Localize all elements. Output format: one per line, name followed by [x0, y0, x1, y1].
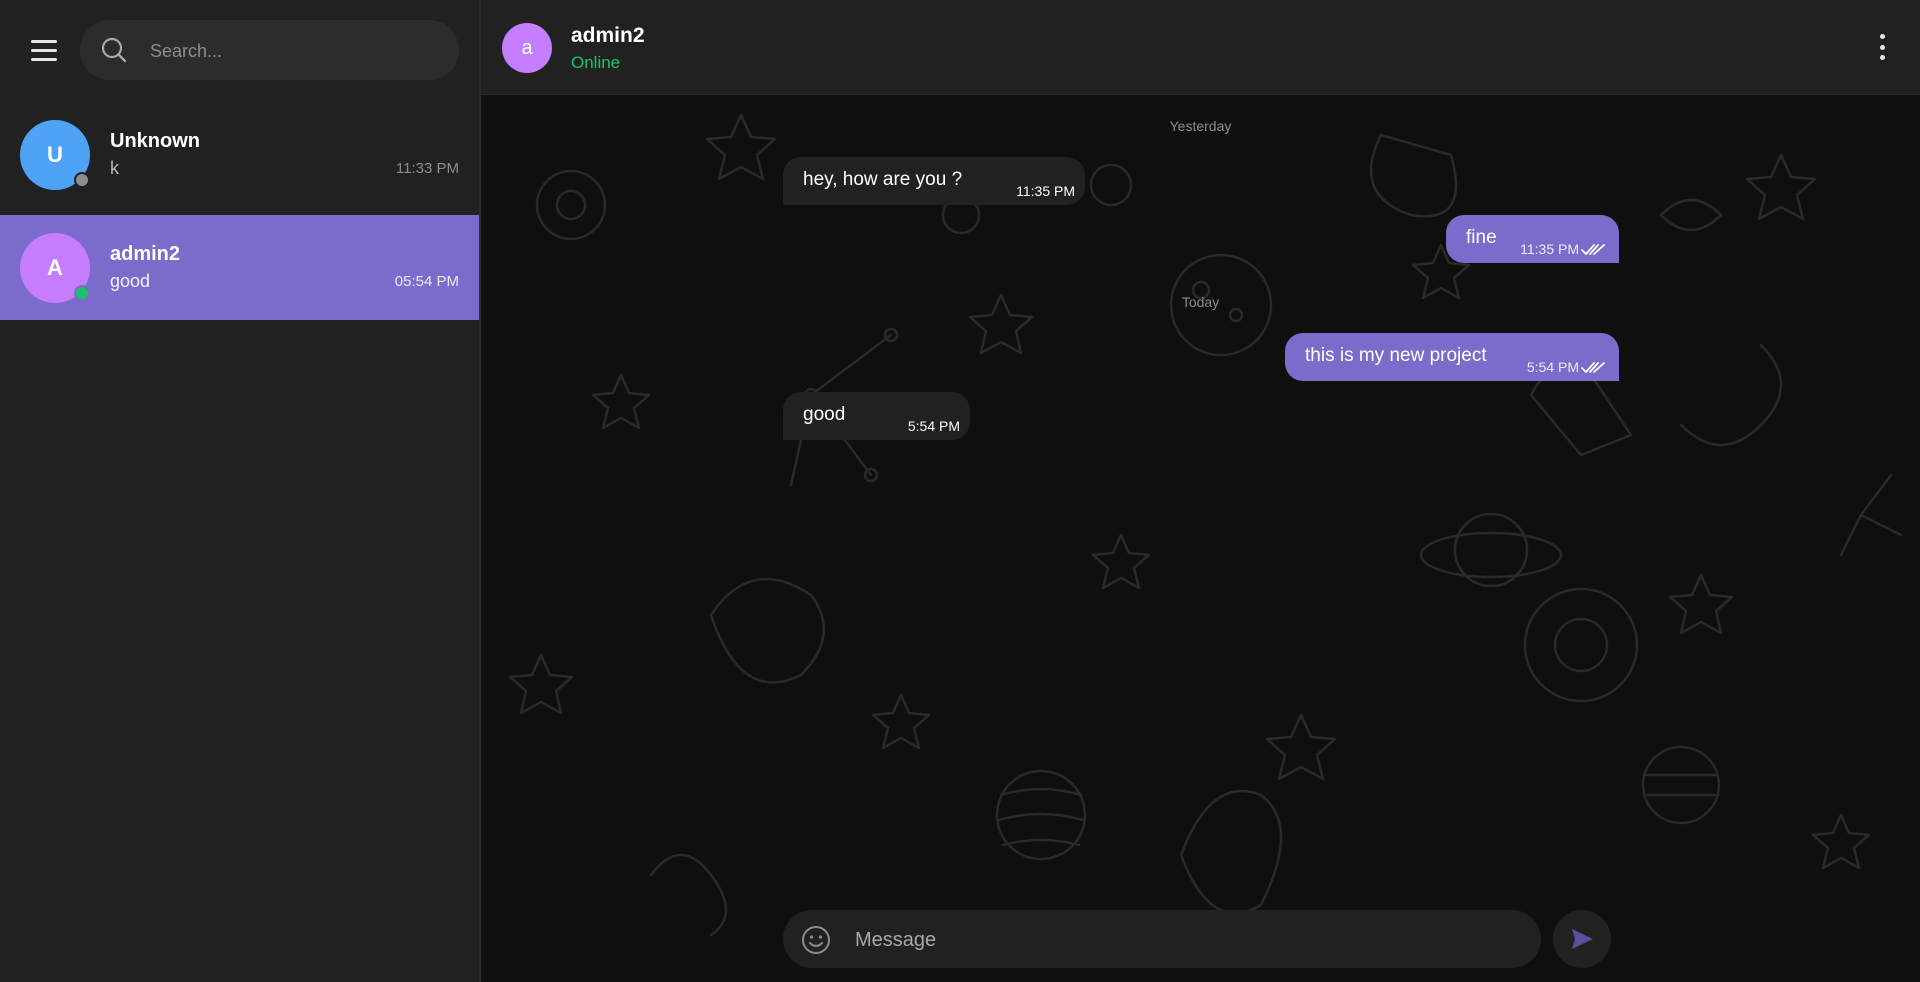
message-text: hey, how are you ? — [803, 169, 963, 190]
search-input[interactable] — [148, 20, 442, 82]
search-icon — [101, 37, 127, 63]
sidebar: U Unknown k 11:33 PM A admin2 good 05:54… — [0, 0, 481, 982]
message-bubble[interactable]: this is my new project 5:54 PM — [1285, 333, 1619, 381]
message-time: 11:35 PM — [1520, 241, 1579, 257]
chat-name: Unknown — [110, 130, 200, 152]
message-text: fine — [1466, 227, 1497, 248]
chat-list-item[interactable]: A admin2 good 05:54 PM — [0, 215, 479, 320]
message-time: 5:54 PM — [907, 418, 960, 434]
chat-panel: a admin2 Online Yesterday hey, how are y… — [481, 0, 1920, 982]
chat-time: 11:33 PM — [395, 160, 459, 177]
send-button[interactable] — [1553, 910, 1611, 968]
search-box[interactable] — [80, 20, 459, 82]
sidebar-header — [0, 0, 479, 100]
online-status: Online — [571, 53, 621, 72]
message-bubble[interactable]: good 5:54 PM — [783, 392, 970, 440]
chat-name: admin2 — [110, 243, 181, 265]
double-check-icon — [1581, 362, 1605, 373]
status-indicator — [74, 172, 90, 188]
message-bubble[interactable]: fine 11:35 PM — [1446, 215, 1619, 263]
date-separator: Yesterday — [1169, 118, 1232, 134]
double-check-icon — [1581, 244, 1605, 255]
chat-time: 05:54 PM — [394, 273, 459, 290]
avatar[interactable]: a — [502, 23, 552, 73]
doodle-background — [508, 113, 1903, 937]
message-bubble[interactable]: hey, how are you ? 11:35 PM — [783, 157, 1085, 205]
more-vertical-icon[interactable] — [1872, 34, 1892, 60]
chat-preview: good — [110, 271, 151, 291]
chat-preview: k — [110, 158, 119, 178]
message-composer — [783, 910, 1541, 970]
menu-icon[interactable] — [24, 32, 64, 68]
chat-list-item[interactable]: U Unknown k 11:33 PM — [0, 102, 479, 207]
message-time: 11:35 PM — [1016, 183, 1075, 199]
message-time: 5:54 PM — [1526, 359, 1579, 375]
status-indicator — [74, 285, 90, 301]
message-text: good — [803, 404, 846, 425]
emoji-icon[interactable] — [801, 925, 831, 955]
date-separator: Today — [1181, 294, 1220, 310]
message-input[interactable] — [853, 910, 1517, 970]
chat-header: a admin2 Online — [481, 0, 1920, 95]
chat-title[interactable]: admin2 — [571, 24, 645, 48]
send-icon — [1572, 929, 1593, 949]
message-text: this is my new project — [1305, 345, 1487, 366]
